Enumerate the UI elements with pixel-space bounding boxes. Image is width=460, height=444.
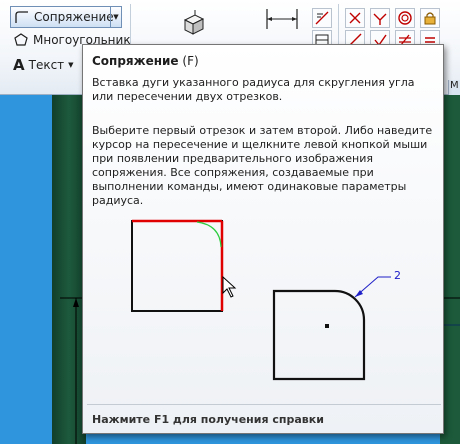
linear-dimension-icon[interactable] [264,8,300,30]
tooltip-instructions: Выберите первый отрезок и затем второй. … [92,124,433,207]
fillet-button-label: Сопряжение [34,10,114,24]
tooltip-help-hint: Нажмите F1 для получения справки [92,413,324,426]
chevron-down-icon[interactable]: ▼ [68,61,73,69]
fillet-after-shape [272,289,366,381]
dimension-tool-icon[interactable] [312,8,332,28]
center-point [325,324,329,328]
fillet-icon [15,11,28,23]
fillet-before-square [131,220,223,312]
tooltip-divider [87,404,441,405]
text-icon: A [13,56,25,74]
concentric-constraint-icon[interactable] [395,8,415,28]
fillet-button[interactable]: Сопряжение ▼ [10,6,122,28]
box-3d-icon[interactable] [180,10,206,36]
perpendicular-constraint-icon[interactable] [345,8,365,28]
text-button-label: Текст [28,58,65,72]
text-button[interactable]: A Текст ▼ [13,56,74,74]
chevron-down-icon[interactable]: ▼ [110,7,121,27]
mouse-cursor-icon [222,275,237,298]
lock-icon[interactable] [420,8,440,28]
fillet-tooltip: Сопряжение (F) Вставка дуги указанного р… [82,44,444,434]
fillet-preview-arc [196,221,222,248]
tooltip-title: Сопряжение (F) [92,54,199,68]
callout-label: 2 [394,269,401,282]
ribbon-panel-tab[interactable]: М [448,80,460,95]
fillet-illustration [131,219,391,381]
tooltip-shortcut: (F) [182,54,199,68]
tooltip-command-name: Сопряжение [92,54,179,68]
tooltip-description: Вставка дуги указанного радиуса для скру… [92,76,415,103]
polygon-icon [14,33,28,46]
coincident-constraint-icon[interactable] [370,8,390,28]
